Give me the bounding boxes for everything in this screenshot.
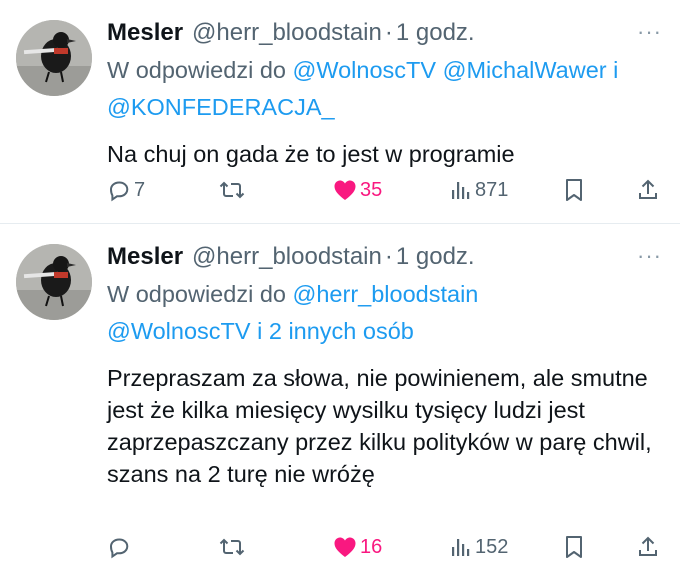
reply-prefix: W odpowiedzi do	[107, 57, 293, 83]
heart-icon	[334, 180, 356, 200]
retweet-icon	[219, 538, 245, 556]
author-name[interactable]: Mesler	[107, 19, 183, 47]
action-bar: 7 35 871	[107, 175, 662, 205]
views-icon	[452, 539, 470, 556]
reply-context: W odpowiedzi do @herr_bloodstain @Wolnos…	[107, 276, 662, 350]
reply-mentions[interactable]: @WolnoscTV @MichalWawer i	[293, 57, 619, 83]
timestamp[interactable]: 1 godz.	[396, 243, 475, 271]
retweet-button[interactable]	[219, 532, 248, 562]
like-button[interactable]: 16	[333, 532, 382, 562]
separator: ·	[384, 19, 393, 46]
more-icon[interactable]: ···	[637, 245, 662, 267]
retweet-icon	[219, 181, 245, 199]
bookmark-icon	[566, 179, 582, 201]
avatar-image	[16, 244, 92, 320]
reply-count: 7	[134, 178, 146, 201]
author-name[interactable]: Mesler	[107, 243, 183, 271]
share-icon	[639, 179, 657, 199]
action-bar: 16 152	[107, 532, 662, 562]
reply-button[interactable]: 7	[107, 175, 145, 205]
timestamp[interactable]: 1 godz.	[396, 19, 475, 47]
view-count: 152	[475, 535, 509, 558]
avatar[interactable]	[16, 244, 92, 320]
reply-prefix: W odpowiedzi do	[107, 281, 293, 307]
reply-context: W odpowiedzi do @WolnoscTV @MichalWawer …	[107, 52, 662, 126]
view-count: 871	[475, 178, 509, 201]
views-button[interactable]: 152	[450, 532, 508, 562]
share-button[interactable]	[637, 175, 659, 205]
author-handle[interactable]: @herr_bloodstain	[192, 243, 382, 271]
heart-icon	[334, 537, 356, 557]
bookmark-button[interactable]	[563, 532, 585, 562]
reply-mentions-continued[interactable]: @WolnoscTV i 2 innych osób	[107, 318, 414, 344]
share-button[interactable]	[637, 532, 659, 562]
like-count: 35	[360, 178, 383, 201]
share-icon	[639, 536, 657, 556]
like-button[interactable]: 35	[333, 175, 382, 205]
reply-icon	[109, 538, 129, 559]
separator: ·	[384, 243, 393, 270]
tweet-text: Na chuj on gada że to jest w programie	[107, 141, 515, 167]
reply-icon	[109, 181, 129, 202]
tweet-text: Przepraszam za słowa, nie powinienem, al…	[107, 365, 652, 487]
bookmark-button[interactable]	[563, 175, 585, 205]
reply-mentions-continued[interactable]: @KONFEDERACJA_	[107, 94, 335, 120]
bookmark-icon	[566, 536, 582, 558]
avatar[interactable]	[16, 20, 92, 96]
more-icon[interactable]: ···	[637, 21, 662, 43]
views-icon	[452, 182, 470, 199]
avatar-image	[16, 20, 92, 96]
retweet-button[interactable]	[219, 175, 248, 205]
like-count: 16	[360, 535, 383, 558]
reply-mentions[interactable]: @herr_bloodstain	[293, 281, 479, 307]
author-handle[interactable]: @herr_bloodstain	[192, 19, 382, 47]
reply-button[interactable]	[107, 532, 134, 562]
tweet[interactable]: Mesler @herr_bloodstain · 1 godz. ··· W …	[0, 0, 680, 224]
views-button[interactable]: 871	[450, 175, 508, 205]
tweet[interactable]: Mesler @herr_bloodstain · 1 godz. ··· W …	[0, 224, 680, 567]
